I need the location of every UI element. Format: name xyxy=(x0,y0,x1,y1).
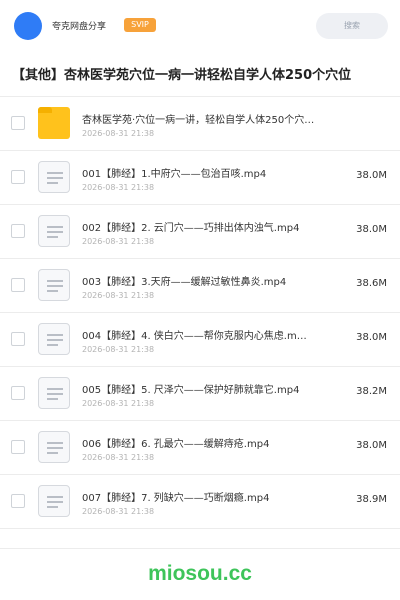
list-item[interactable]: 003【肺经】3.天府——缓解过敏性鼻炎.mp4 2026-08-31 21:3… xyxy=(0,259,400,313)
checkbox[interactable] xyxy=(11,332,25,346)
checkbox[interactable] xyxy=(11,386,25,400)
checkbox[interactable] xyxy=(11,170,25,184)
file-date: 2026-08-31 21:38 xyxy=(82,129,155,138)
file-size: 38.0M xyxy=(356,224,387,235)
file-name: 005【肺经】5. 尺泽穴——保护好肺就靠它.mp4 xyxy=(82,385,300,396)
file-name: 006【肺经】6. 孔最穴——缓解痔疮.mp4 xyxy=(82,439,270,450)
file-icon xyxy=(38,161,70,193)
list-item[interactable]: 杏林医学苑·穴位一病一讲，轻松自学人体250个穴… 2026-08-31 21:… xyxy=(0,97,400,151)
file-icon xyxy=(38,323,70,355)
svip-badge: SVIP xyxy=(124,18,156,32)
checkbox[interactable] xyxy=(11,494,25,508)
list-item[interactable]: 007【肺经】7. 列缺穴——巧断烟瘾.mp4 2026-08-31 21:38… xyxy=(0,475,400,529)
file-icon xyxy=(38,269,70,301)
file-date: 2026-08-31 21:38 xyxy=(82,345,155,354)
file-icon xyxy=(38,431,70,463)
file-name: 003【肺经】3.天府——缓解过敏性鼻炎.mp4 xyxy=(82,277,287,288)
list-item[interactable]: 002【肺经】2. 云门穴——巧排出体内浊气.mp4 2026-08-31 21… xyxy=(0,205,400,259)
file-size: 38.2M xyxy=(356,386,387,397)
list-item[interactable]: 001【肺经】1.中府穴——包治百咳.mp4 2026-08-31 21:38 … xyxy=(0,151,400,205)
file-date: 2026-08-31 21:38 xyxy=(82,507,155,516)
file-name: 001【肺经】1.中府穴——包治百咳.mp4 xyxy=(82,169,267,180)
page-title: 【其他】杏林医学苑穴位一病一讲轻松自学人体250个穴位 xyxy=(12,68,352,83)
file-name: 002【肺经】2. 云门穴——巧排出体内浊气.mp4 xyxy=(82,223,300,234)
list-item[interactable]: 005【肺经】5. 尺泽穴——保护好肺就靠它.mp4 2026-08-31 21… xyxy=(0,367,400,421)
file-date: 2026-08-31 21:38 xyxy=(82,183,155,192)
file-list: 杏林医学苑·穴位一病一讲，轻松自学人体250个穴… 2026-08-31 21:… xyxy=(0,96,400,529)
file-icon xyxy=(38,377,70,409)
checkbox[interactable] xyxy=(11,116,25,130)
list-item[interactable]: 006【肺经】6. 孔最穴——缓解痔疮.mp4 2026-08-31 21:38… xyxy=(0,421,400,475)
divider xyxy=(0,548,400,549)
file-name: 004【肺经】4. 侠白穴——帮你克服内心焦虑.m… xyxy=(82,331,307,342)
file-name: 杏林医学苑·穴位一病一讲，轻松自学人体250个穴… xyxy=(82,115,315,126)
avatar[interactable] xyxy=(14,12,42,40)
file-size: 38.0M xyxy=(356,170,387,181)
list-item[interactable]: 004【肺经】4. 侠白穴——帮你克服内心焦虑.m… 2026-08-31 21… xyxy=(0,313,400,367)
checkbox[interactable] xyxy=(11,440,25,454)
file-date: 2026-08-31 21:38 xyxy=(82,237,155,246)
file-icon xyxy=(38,485,70,517)
file-size: 38.6M xyxy=(356,278,387,289)
file-size: 38.0M xyxy=(356,332,387,343)
file-date: 2026-08-31 21:38 xyxy=(82,291,155,300)
file-date: 2026-08-31 21:38 xyxy=(82,399,155,408)
folder-icon xyxy=(38,107,70,139)
checkbox[interactable] xyxy=(11,224,25,238)
share-title: 夸克网盘分享 xyxy=(52,22,107,32)
file-date: 2026-08-31 21:38 xyxy=(82,453,155,462)
file-name: 007【肺经】7. 列缺穴——巧断烟瘾.mp4 xyxy=(82,493,270,504)
file-size: 38.9M xyxy=(356,494,387,505)
watermark: miosou.cc xyxy=(148,562,252,585)
checkbox[interactable] xyxy=(11,278,25,292)
search-input[interactable]: 搜索 xyxy=(316,13,388,39)
file-icon xyxy=(38,215,70,247)
header: 夸克网盘分享 SVIP 搜索 xyxy=(0,0,400,54)
file-size: 38.0M xyxy=(356,440,387,451)
